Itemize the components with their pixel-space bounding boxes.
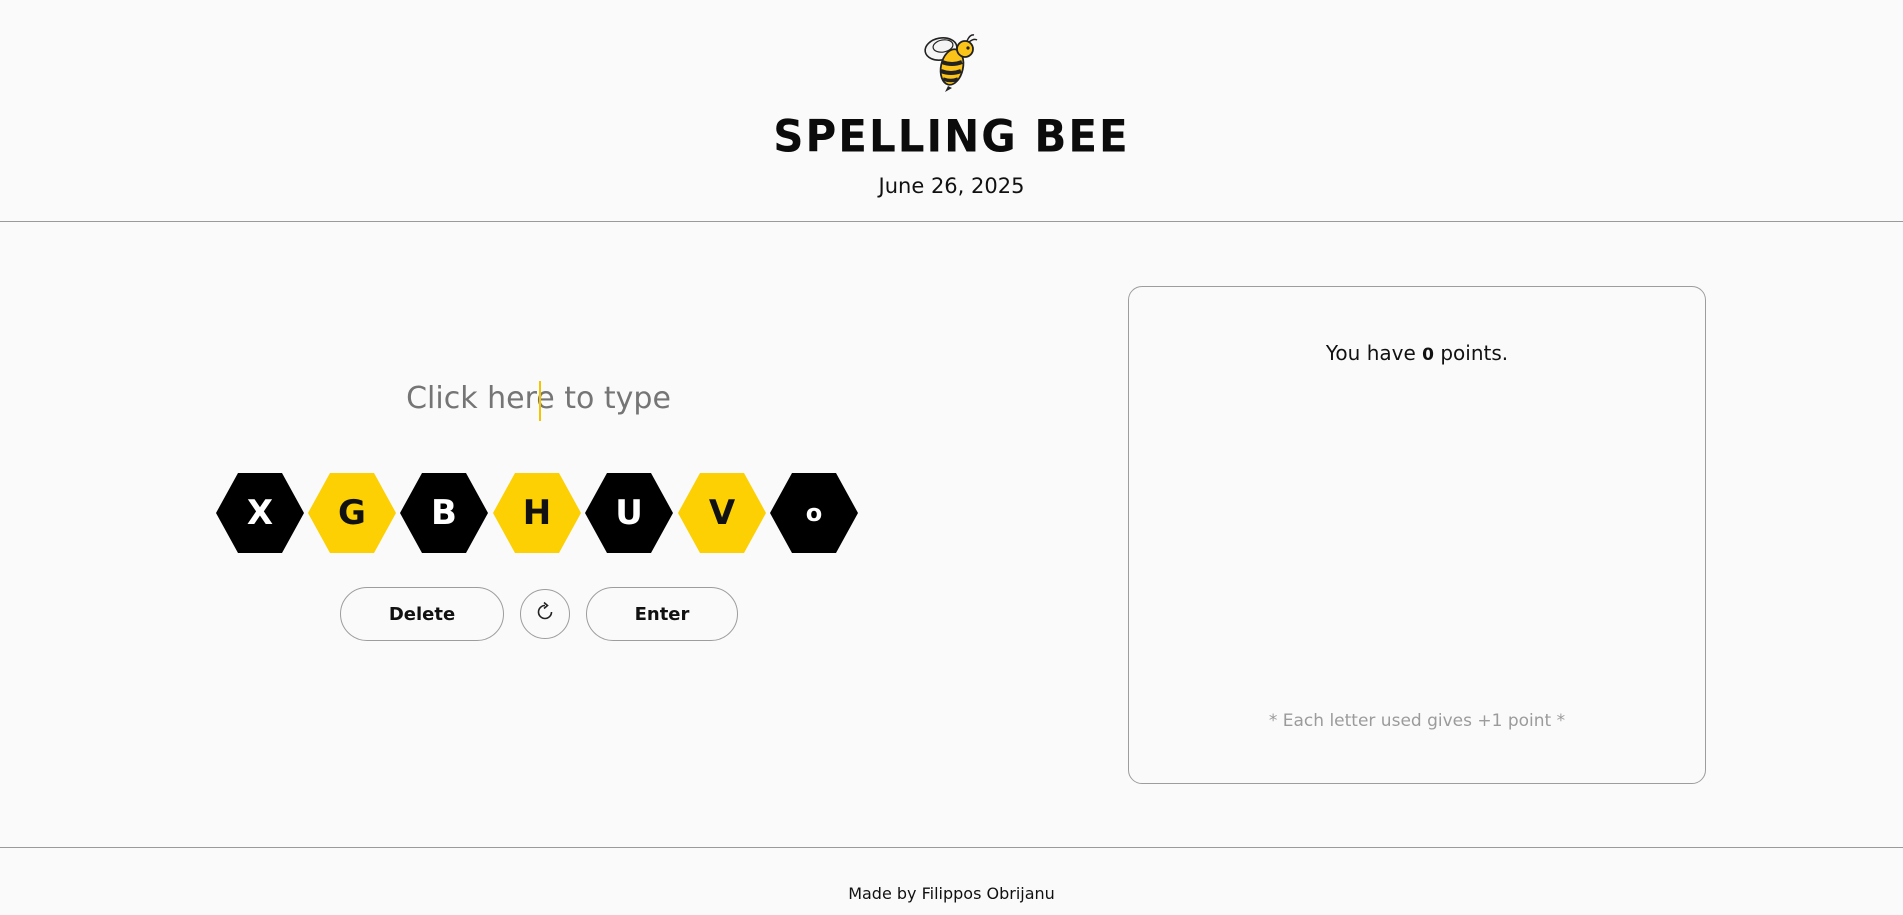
- letter-tile-h[interactable]: H: [493, 473, 581, 553]
- enter-button[interactable]: Enter: [586, 587, 738, 641]
- delete-button[interactable]: Delete: [340, 587, 504, 641]
- page-header: SPELLING BEE June 26, 2025: [0, 0, 1903, 222]
- footer-credit: Made by Filippos Obrijanu: [848, 884, 1055, 903]
- letter-hive: X G B H U V o: [216, 473, 860, 553]
- score-points: 0: [1422, 345, 1434, 365]
- score-prefix: You have: [1325, 341, 1416, 365]
- score-suffix: points.: [1440, 341, 1509, 365]
- text-caret: [539, 381, 541, 421]
- bee-icon: [922, 32, 984, 94]
- score-panel: You have 0 points. * Each letter used gi…: [1128, 286, 1706, 784]
- refresh-icon: [534, 601, 556, 628]
- letter-tile-x[interactable]: X: [216, 473, 304, 553]
- letter-tile-g[interactable]: G: [308, 473, 396, 553]
- date-label: June 26, 2025: [878, 174, 1025, 198]
- scoring-note: * Each letter used gives +1 point *: [1268, 711, 1566, 731]
- letter-tile-o[interactable]: o: [770, 473, 858, 553]
- letter-tile-u[interactable]: U: [585, 473, 673, 553]
- score-text: You have 0 points.: [1129, 341, 1705, 365]
- letter-tile-v[interactable]: V: [678, 473, 766, 553]
- page-title: SPELLING BEE: [773, 110, 1130, 163]
- shuffle-button[interactable]: [520, 589, 570, 639]
- letter-tile-b[interactable]: B: [400, 473, 488, 553]
- footer-divider: [0, 847, 1903, 848]
